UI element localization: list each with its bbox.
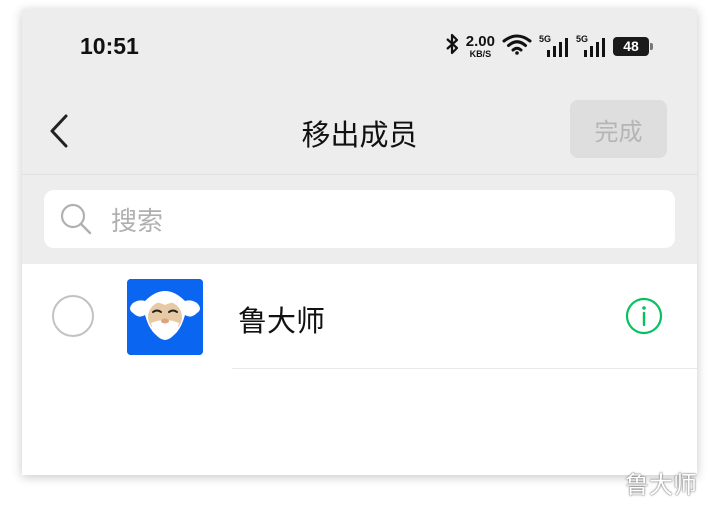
wifi-icon bbox=[502, 33, 532, 59]
speed-value: 2.00 bbox=[465, 32, 495, 50]
watermark: 鲁大师 bbox=[625, 471, 697, 499]
network-speed: 2.00 KB/S bbox=[466, 34, 495, 59]
search-placeholder: 搜索 bbox=[111, 206, 164, 237]
search-icon bbox=[60, 203, 92, 235]
member-name: 鲁大师 bbox=[238, 304, 326, 338]
row-divider bbox=[232, 368, 697, 369]
ludashi-logo-icon bbox=[127, 279, 203, 355]
search-input[interactable]: 搜索 bbox=[44, 190, 675, 248]
battery-icon: 48 bbox=[613, 36, 653, 56]
info-button[interactable] bbox=[625, 297, 663, 335]
bluetooth-icon bbox=[445, 33, 459, 59]
member-row[interactable]: 鲁大师 bbox=[22, 264, 697, 369]
battery-level: 48 bbox=[623, 38, 639, 54]
done-button[interactable]: 完成 bbox=[570, 100, 667, 158]
phone-screen: 10:51 2.00 KB/S 5G 5G 48 移出成员 完成 搜索 鲁大师 bbox=[22, 9, 697, 475]
status-time: 10:51 bbox=[80, 33, 139, 59]
signal-icon: 5G bbox=[576, 34, 606, 58]
avatar bbox=[127, 279, 203, 355]
header-divider bbox=[22, 174, 697, 175]
signal-icon: 5G bbox=[539, 34, 569, 58]
status-icons: 2.00 KB/S 5G 5G 48 bbox=[445, 33, 653, 59]
info-icon bbox=[625, 297, 663, 335]
speed-unit: KB/S bbox=[469, 48, 492, 59]
select-radio[interactable] bbox=[52, 295, 94, 337]
